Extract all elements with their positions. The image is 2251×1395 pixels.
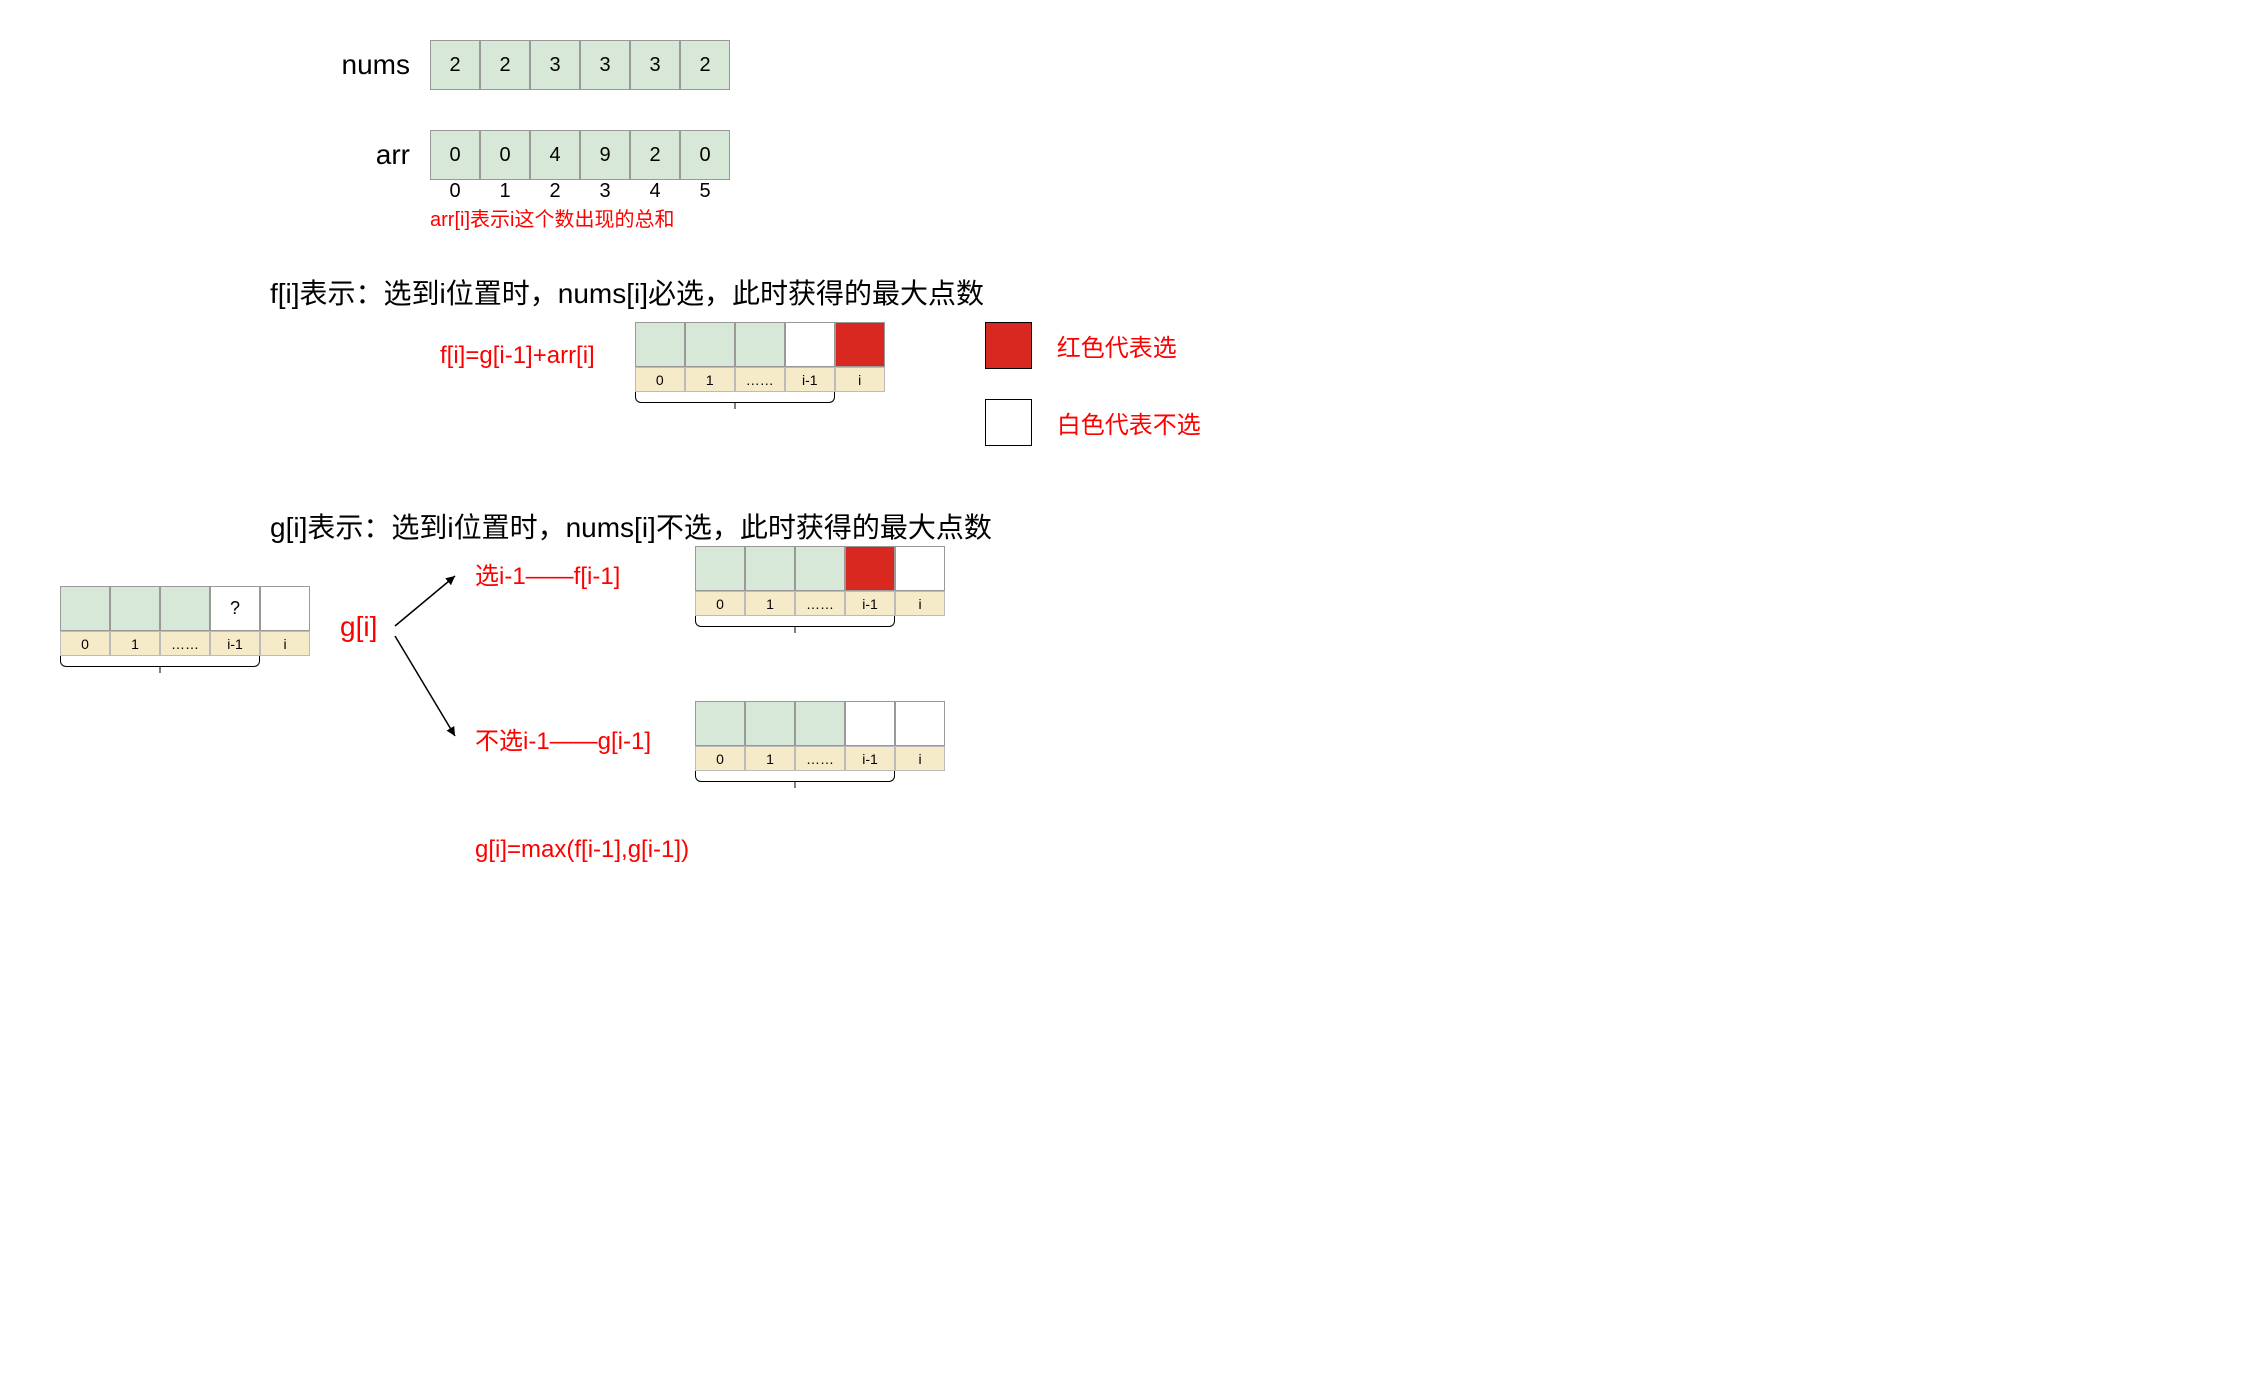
diagram-cell	[635, 322, 685, 367]
diagram-index: 0	[60, 631, 110, 656]
arr-index: 2	[530, 180, 580, 203]
diagram-index: ……	[795, 746, 845, 771]
diagram-index: 1	[685, 367, 735, 392]
diagram-index: ……	[160, 631, 210, 656]
g-formula: g[i]=max(f[i-1],g[i-1])	[475, 836, 689, 864]
diagram-index: ……	[795, 591, 845, 616]
diagram-index: 0	[695, 746, 745, 771]
arr-index: 3	[580, 180, 630, 203]
diagram-cell	[685, 322, 735, 367]
diagram-cell	[160, 586, 210, 631]
diagram-index: 0	[635, 367, 685, 392]
brace-icon	[60, 656, 260, 671]
g-left-diagram: ? 0 1 …… i-1 i	[60, 586, 310, 671]
nums-cell: 2	[480, 40, 530, 90]
diagram-cell-white	[785, 322, 835, 367]
diagram-cell-red	[845, 546, 895, 591]
nums-cell: 2	[680, 40, 730, 90]
diagram-index: i-1	[210, 631, 260, 656]
legend-red-label: 红色代表选	[1057, 328, 1177, 363]
diagram-cell-white	[895, 546, 945, 591]
legend-red-swatch	[985, 322, 1032, 369]
arr-index: 1	[480, 180, 530, 203]
arr-array: 0 0 4 9 2 0	[430, 130, 730, 180]
brace-icon	[635, 392, 835, 407]
diagram-cell-red	[835, 322, 885, 367]
diagram-cell	[735, 322, 785, 367]
f-description: f[i]表示：选到i位置时，nums[i]必选，此时获得的最大点数	[270, 272, 2211, 312]
arr-label: arr	[290, 139, 410, 171]
diagram-index: i-1	[845, 591, 895, 616]
arr-note: arr[i]表示i这个数出现的总和	[430, 203, 674, 232]
g-label: g[i]	[340, 611, 377, 643]
diagram-cell	[695, 546, 745, 591]
diagram-cell	[745, 701, 795, 746]
g-branch2-label: 不选i-1——g[i-1]	[475, 721, 651, 756]
diagram-cell	[745, 546, 795, 591]
arr-indices: 0 1 2 3 4 5	[430, 180, 730, 203]
nums-cell: 3	[530, 40, 580, 90]
arr-cell: 9	[580, 130, 630, 180]
g-branch1-diagram: 0 1 …… i-1 i	[695, 546, 945, 631]
g-branch1-label: 选i-1——f[i-1]	[475, 556, 620, 591]
diagram-cell	[110, 586, 160, 631]
diagram-index: 1	[745, 746, 795, 771]
legend-white-swatch	[985, 399, 1032, 446]
diagram-index: 1	[745, 591, 795, 616]
legend-white-label: 白色代表不选	[1057, 405, 1201, 440]
arr-cell: 2	[630, 130, 680, 180]
f-formula: f[i]=g[i-1]+arr[i]	[440, 342, 595, 370]
diagram-index: i	[895, 591, 945, 616]
diagram-cell-white	[845, 701, 895, 746]
diagram-cell-white	[895, 701, 945, 746]
diagram-cell-question: ?	[210, 586, 260, 631]
g-branch2-diagram: 0 1 …… i-1 i	[695, 701, 945, 786]
nums-cell: 2	[430, 40, 480, 90]
diagram-cell	[795, 701, 845, 746]
arr-cell: 0	[430, 130, 480, 180]
diagram-cell-white	[260, 586, 310, 631]
diagram-index: i	[895, 746, 945, 771]
diagram-index: i	[260, 631, 310, 656]
g-description: g[i]表示：选到i位置时，nums[i]不选，此时获得的最大点数	[270, 506, 2211, 546]
diagram-index: i-1	[845, 746, 895, 771]
branch-arrows	[390, 556, 470, 756]
arr-index: 0	[430, 180, 480, 203]
nums-label: nums	[290, 49, 410, 81]
diagram-index: 1	[110, 631, 160, 656]
arr-cell: 0	[480, 130, 530, 180]
arr-index: 5	[680, 180, 730, 203]
diagram-index: i	[835, 367, 885, 392]
arr-cell: 4	[530, 130, 580, 180]
nums-array: 2 2 3 3 3 2	[430, 40, 730, 90]
diagram-index: ……	[735, 367, 785, 392]
diagram-cell	[695, 701, 745, 746]
nums-cell: 3	[580, 40, 630, 90]
arr-index: 4	[630, 180, 680, 203]
nums-cell: 3	[630, 40, 680, 90]
f-diagram: 0 1 …… i-1 i	[635, 322, 885, 407]
diagram-index: i-1	[785, 367, 835, 392]
brace-icon	[695, 771, 895, 786]
diagram-cell	[795, 546, 845, 591]
arr-cell: 0	[680, 130, 730, 180]
brace-icon	[695, 616, 895, 631]
diagram-index: 0	[695, 591, 745, 616]
diagram-cell	[60, 586, 110, 631]
